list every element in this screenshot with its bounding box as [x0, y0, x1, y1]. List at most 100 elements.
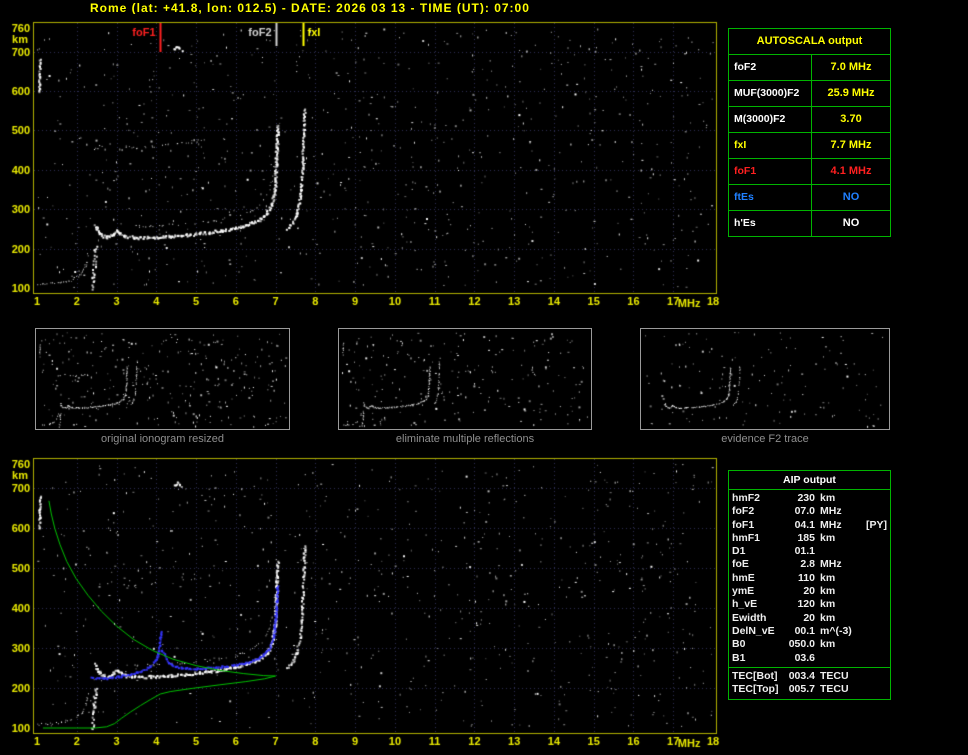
- aip-row-note: [864, 572, 887, 585]
- aip-row-value: 2.8: [800, 558, 815, 571]
- autoscala-row-fof1: foF1 4.1 MHz: [729, 158, 890, 184]
- autoscala-row-value: NO: [811, 211, 890, 236]
- aip-row-unit: MHz: [820, 505, 842, 518]
- aip-row-value: 120: [797, 598, 815, 611]
- aip-row: D1 01.1: [729, 545, 890, 558]
- aip-output-table: AIP output hmF2 230 km foF2 07.0 MHz foF1 04.1 M…: [728, 470, 891, 701]
- aip-row-value: 003.4: [788, 669, 815, 682]
- autoscala-row-value: 4.1 MHz: [811, 159, 890, 184]
- autoscala-output-title: AUTOSCALA output: [756, 35, 863, 47]
- aip-row-value: 04.1: [794, 518, 815, 531]
- aip-row-note: [PY]: [866, 518, 887, 531]
- aip-row-value: 01.1: [794, 545, 815, 558]
- aip-row-value: 07.0: [794, 505, 815, 518]
- thumbnail-caption-eliminate-reflections: eliminate multiple reflections: [395, 433, 535, 445]
- autoscala-row-label: h'Es: [734, 217, 756, 229]
- aip-row: foE 2.8 MHz: [729, 558, 890, 571]
- aip-rows: hmF2 230 km foF2 07.0 MHz foF1 04.1 MHz [PY] hmF1 1…: [729, 492, 890, 665]
- aip-row-note: [864, 652, 887, 665]
- aip-row-name: hmE: [732, 571, 755, 584]
- aip-row: TEC[Top] 005.7 TECU: [729, 683, 890, 696]
- bottom-ionogram-canvas: [0, 452, 730, 752]
- aip-row: hmF1 185 km: [729, 532, 890, 545]
- aip-row-name: h_vE: [732, 598, 758, 611]
- autoscala-row-label: foF2: [734, 61, 757, 73]
- autoscala-row-label: MUF(3000)F2: [734, 87, 800, 99]
- thumbnail-caption-original: original ionogram resized: [101, 433, 224, 445]
- aip-row-note: [864, 638, 887, 651]
- aip-row-note: [864, 585, 887, 598]
- aip-row: foF2 07.0 MHz: [729, 505, 890, 518]
- aip-row-name: foF2: [732, 505, 755, 518]
- aip-row-note: [864, 492, 887, 505]
- autoscala-row-value: 3.70: [811, 107, 890, 132]
- aip-row-note: [864, 683, 887, 696]
- aip-row-name: B0: [732, 638, 746, 651]
- autoscala-rows: foF2 7.0 MHz MUF(3000)F2 25.9 MHz M(3000)F2 3…: [729, 54, 890, 236]
- autoscala-row-value: 7.0 MHz: [811, 55, 890, 80]
- autoscala-row-value: NO: [811, 185, 890, 210]
- aip-row-note: [864, 598, 887, 611]
- autoscala-row-label: ftEs: [734, 191, 754, 203]
- thumbnail-eliminate-reflections: [338, 328, 592, 430]
- autoscala-row-hes: h'Es NO: [729, 210, 890, 236]
- autoscala-row-label: M(3000)F2: [734, 113, 786, 125]
- aip-row-note: [864, 532, 887, 545]
- aip-row-name: hmF1: [732, 531, 761, 544]
- aip-row-value: 185: [797, 531, 815, 544]
- aip-row-note: [864, 625, 887, 638]
- aip-row-name: DelN_vE: [732, 624, 775, 637]
- thumbnail-original-ionogram: [35, 328, 290, 430]
- aip-row-unit: km: [820, 611, 836, 624]
- aip-row-unit: [820, 652, 864, 665]
- thumbnail-evidence-f2: [640, 328, 890, 430]
- aip-row-name: hmF2: [732, 492, 761, 504]
- aip-row: hmE 110 km: [729, 572, 890, 585]
- aip-row-value: 20: [803, 611, 815, 624]
- aip-row: TEC[Bot] 003.4 TECU: [729, 670, 890, 683]
- autoscala-row-fof2: foF2 7.0 MHz: [729, 54, 890, 80]
- thumbnail-caption-evidence-f2: evidence F2 trace: [721, 433, 809, 445]
- aip-row-note: [864, 612, 887, 625]
- aip-row-unit: km: [820, 585, 836, 598]
- aip-row-unit: km: [820, 598, 836, 611]
- aip-row-value: 005.7: [788, 683, 815, 696]
- autoscala-row-value: 25.9 MHz: [811, 81, 890, 106]
- aip-row-value: 110: [798, 571, 815, 584]
- aip-row: ymE 20 km: [729, 585, 890, 598]
- aip-row-name: D1: [732, 545, 746, 558]
- aip-row-value: 050.0: [788, 638, 815, 651]
- page-title: Rome (lat: +41.8, lon: 012.5) - DATE: 20…: [90, 1, 530, 15]
- aip-row-note: [864, 670, 887, 683]
- aip-row-unit: km: [820, 638, 836, 651]
- aip-row-name: Ewidth: [732, 611, 767, 624]
- aip-row-value: 00.1: [794, 624, 815, 637]
- aip-row-value: 03.6: [794, 651, 815, 664]
- autoscala-output-table: AUTOSCALA output foF2 7.0 MHz MUF(3000)F2 2…: [728, 28, 891, 237]
- aip-row-unit: km: [820, 531, 836, 544]
- autoscala-row-value: 7.7 MHz: [811, 133, 890, 158]
- aip-row-name: foE: [732, 558, 749, 571]
- autoscala-row-fxi: fxI 7.7 MHz: [729, 132, 890, 158]
- aip-row-unit: [820, 545, 864, 558]
- aip-row-unit: km: [820, 492, 836, 504]
- aip-row: h_vE 120 km: [729, 598, 890, 611]
- aip-tec-rows: TEC[Bot] 003.4 TECU TEC[Top] 005.7 TECU: [729, 666, 890, 697]
- aip-row: foF1 04.1 MHz [PY]: [729, 519, 890, 532]
- aip-row-unit: TECU: [820, 669, 849, 682]
- aip-row: hmF2 230 km: [729, 492, 890, 505]
- autoscala-row-muf3000f2: MUF(3000)F2 25.9 MHz: [729, 80, 890, 106]
- aip-row-unit: km: [820, 571, 836, 584]
- aip-row: B1 03.6: [729, 652, 890, 665]
- aip-row-name: foF1: [732, 518, 755, 531]
- aip-row-unit: m^(-3): [820, 624, 852, 637]
- aip-row: DelN_vE 00.1 m^(-3): [729, 625, 890, 638]
- autoscala-row-m3000f2: M(3000)F2 3.70: [729, 106, 890, 132]
- aip-row-note: [864, 505, 887, 518]
- aip-row-name: TEC[Top]: [732, 683, 779, 696]
- aip-row: B0 050.0 km: [729, 638, 890, 651]
- thumbnail-evidence-f2-canvas: [641, 329, 889, 429]
- autoscala-row-label: foF1: [734, 165, 757, 177]
- aip-row-note: [864, 545, 887, 558]
- aip-row-name: ymE: [732, 585, 755, 598]
